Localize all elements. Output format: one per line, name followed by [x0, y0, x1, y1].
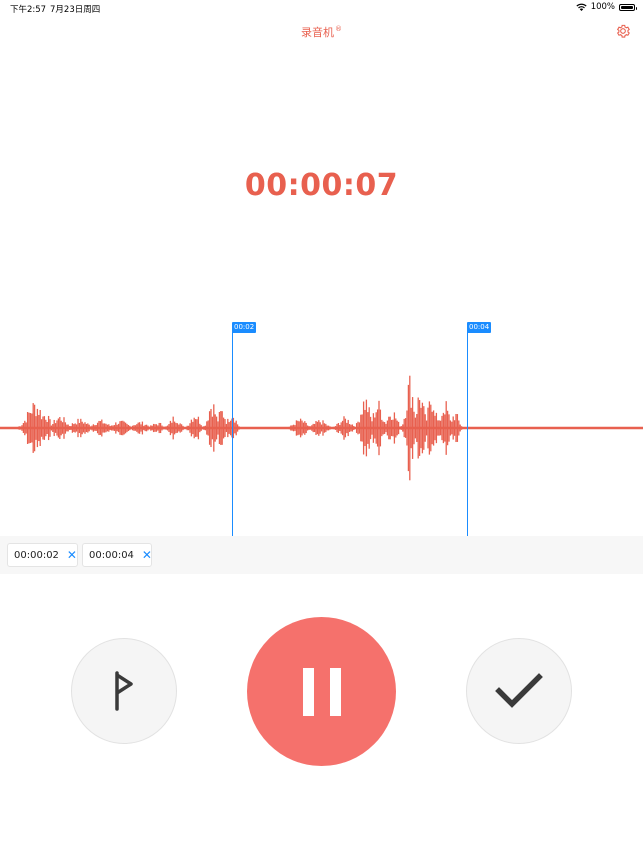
waveform-area[interactable]: 00:02 00:04: [0, 320, 643, 536]
registered-mark: ®: [335, 25, 342, 34]
add-mark-button[interactable]: [71, 638, 177, 744]
elapsed-timer: 00:00:07: [244, 168, 399, 203]
settings-button[interactable]: [615, 23, 631, 39]
wifi-icon: [576, 3, 587, 11]
checkmark-icon: [495, 673, 543, 708]
app-title: 录音机: [301, 26, 334, 39]
marker-tag-2: 00:04: [467, 322, 492, 333]
remove-mark-icon[interactable]: ✕: [67, 548, 77, 562]
mark-chip-label: 00:00:02: [14, 549, 59, 561]
status-date: 7月23日周四: [50, 5, 101, 15]
status-right: 100%: [576, 2, 637, 12]
mark-chip[interactable]: 00:00:02 ✕: [7, 543, 78, 567]
waveform: [0, 375, 643, 481]
marks-list: 00:00:02 ✕ 00:00:04 ✕: [0, 536, 643, 574]
battery-percent: 100%: [590, 2, 615, 12]
mark-chip[interactable]: 00:00:04 ✕: [82, 543, 152, 567]
page-title: 录音机®: [0, 24, 643, 40]
status-time: 下午2:57: [10, 5, 47, 15]
marker-line-1: [232, 332, 233, 536]
battery-icon: [619, 3, 637, 11]
remove-mark-icon[interactable]: ✕: [142, 548, 152, 562]
done-button[interactable]: [466, 638, 572, 744]
marker-tag-1: 00:02: [232, 322, 257, 333]
mark-chip-label: 00:00:04: [89, 549, 134, 561]
gear-icon: [616, 24, 630, 38]
pause-icon: [302, 667, 341, 716]
pause-button[interactable]: [247, 617, 396, 766]
marker-line-2: [467, 332, 468, 536]
flag-icon: [115, 671, 133, 711]
status-bar: 下午2:57 7月23日周四 100%: [0, 0, 643, 16]
